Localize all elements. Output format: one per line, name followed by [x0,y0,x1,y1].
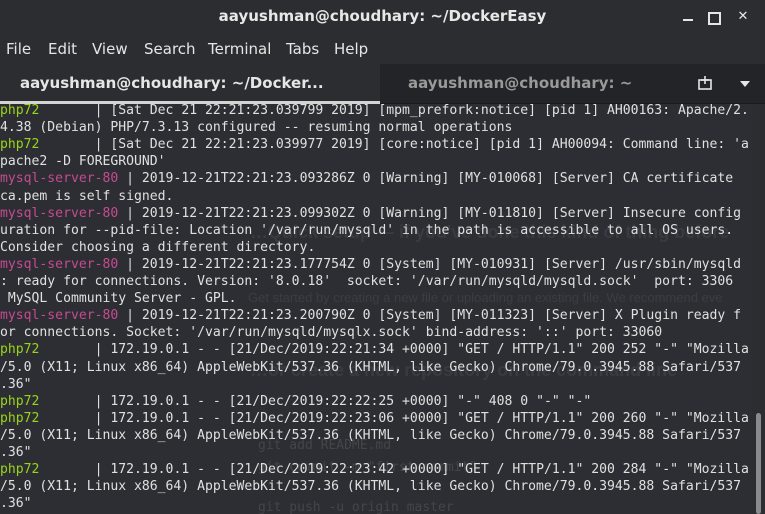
log-text: /5.0 (X11; Linux x86_64) AppleWebKit/537… [0,479,742,494]
log-text: 4.38 (Debian) PHP/7.3.13 configured -- r… [0,120,513,135]
log-text: | 2019-12-21T22:21:23.177754Z 0 [System]… [126,257,742,272]
log-text: MySQL Community Server - GPL. [0,291,237,306]
log-service-name: php72 [0,342,95,357]
log-service-name: php72 [0,137,95,152]
terminal-output[interactable]: …Quick setup — if you've done this kind … [0,104,752,514]
log-text: | 172.19.0.1 - - [21/Dec/2019:22:21:34 +… [94,342,749,357]
log-text: /5.0 (X11; Linux x86_64) AppleWebKit/537… [0,360,742,375]
log-line: php72 | 172.19.0.1 - - [21/Dec/2019:22:2… [0,410,749,427]
menu-bar: File Edit View Search Terminal Tabs Help [0,34,765,64]
log-text: : ready for connections. Version: '8.0.1… [0,274,734,289]
log-text: .36" [0,496,32,511]
log-service-name: php72 [0,411,95,426]
log-line: .36" [0,444,32,461]
log-line: mysql-server-80 | 2019-12-21T22:21:23.17… [0,256,741,273]
log-service-name: mysql-server-80 [0,206,127,221]
log-service-name: mysql-server-80 [0,171,127,186]
log-line: pache2 -D FOREGROUND' [0,153,166,170]
log-line: mysql-server-80 | 2019-12-21T22:21:23.20… [0,307,741,324]
log-line: .36" [0,376,32,393]
log-text: uration for --pid-file: Location '/var/r… [0,223,734,238]
menu-search[interactable]: Search [144,40,196,58]
log-line: MySQL Community Server - GPL. [0,290,237,307]
log-line: mysql-server-80 | 2019-12-21T22:21:23.09… [0,205,741,222]
log-text: Consider choosing a different directory. [0,240,316,255]
log-line: php72 | 172.19.0.1 - - [21/Dec/2019:22:2… [0,461,749,478]
scrollbar-thumb[interactable] [756,413,761,514]
close-icon[interactable]: ✕ [735,9,751,25]
title-bar[interactable]: aayushman@choudhary: ~/DockerEasy ✕ [0,0,765,34]
menu-tabs[interactable]: Tabs [286,40,319,58]
log-line: /5.0 (X11; Linux x86_64) AppleWebKit/537… [0,359,741,376]
new-tab-icon[interactable] [690,64,720,104]
log-text: pache2 -D FOREGROUND' [0,154,166,169]
log-line: 4.38 (Debian) PHP/7.3.13 configured -- r… [0,119,512,136]
log-text: | 172.19.0.1 - - [21/Dec/2019:22:23:06 +… [94,411,749,426]
log-text: | [Sat Dec 21 22:21:23.039977 2019] [cor… [94,137,749,152]
log-line: Consider choosing a different directory. [0,239,315,256]
background-cmd-3: git push -u origin master [258,500,454,514]
log-line: ca.pem is self signed. [0,188,173,205]
log-text: .36" [0,377,32,392]
log-text: | 2019-12-21T22:21:23.200790Z 0 [System]… [126,308,742,323]
log-line: php72 | [Sat Dec 21 22:21:23.039799 2019… [0,104,749,119]
menu-terminal[interactable]: Terminal [208,40,271,58]
log-text: | 2019-12-21T22:21:23.099302Z 0 [Warning… [126,206,742,221]
tab-home[interactable]: aayushman@choudhary: ~ [381,64,651,104]
log-line: or connections. Socket: '/var/run/mysqld… [0,324,662,341]
tab-label: aayushman@choudhary: ~/Docker... [20,74,324,92]
log-text: or connections. Socket: '/var/run/mysqld… [0,325,663,340]
log-line: uration for --pid-file: Location '/var/r… [0,222,733,239]
tab-dockereasy[interactable]: aayushman@choudhary: ~/Docker... [0,64,380,104]
log-text: | 2019-12-21T22:21:23.093286Z 0 [Warning… [126,171,734,186]
menu-edit[interactable]: Edit [48,40,77,58]
menu-file[interactable]: File [6,40,31,58]
log-service-name: php72 [0,394,95,409]
log-service-name: php72 [0,104,95,118]
tab-bar: aayushman@choudhary: ~/Docker... aayushm… [0,64,765,104]
tab-label: aayushman@choudhary: ~ [408,74,633,92]
chevron-down-icon[interactable] [730,64,760,104]
log-line: php72 | 172.19.0.1 - - [21/Dec/2019:22:2… [0,341,749,358]
log-line: /5.0 (X11; Linux x86_64) AppleWebKit/537… [0,427,741,444]
log-line: : ready for connections. Version: '8.0.1… [0,273,733,290]
scrollbar[interactable] [752,104,765,514]
log-line: .36" [0,495,32,512]
log-line: php72 | 172.19.0.1 - - [21/Dec/2019:22:2… [0,393,591,410]
log-text: | 172.19.0.1 - - [21/Dec/2019:22:22:25 +… [94,394,592,409]
log-service-name: php72 [0,462,95,477]
menu-view[interactable]: View [92,40,128,58]
log-line: /5.0 (X11; Linux x86_64) AppleWebKit/537… [0,478,741,495]
menu-help[interactable]: Help [334,40,368,58]
log-text: ca.pem is self signed. [0,189,174,204]
log-line: php72 | [Sat Dec 21 22:21:23.039977 2019… [0,136,749,153]
log-text: | 172.19.0.1 - - [21/Dec/2019:22:23:42 +… [94,462,749,477]
log-service-name: mysql-server-80 [0,308,127,323]
terminal-window: aayushman@choudhary: ~/DockerEasy ✕ File… [0,0,765,514]
minimize-icon[interactable] [680,9,696,25]
log-line: mysql-server-80 | 2019-12-21T22:21:23.09… [0,170,733,187]
window-title: aayushman@choudhary: ~/DockerEasy [218,7,547,25]
background-intro: Get started by creating a new file or up… [248,290,723,305]
log-text: .36" [0,445,32,460]
maximize-icon[interactable] [705,9,721,25]
log-text: | [Sat Dec 21 22:21:23.039799 2019] [mpm… [94,104,749,118]
log-text: /5.0 (X11; Linux x86_64) AppleWebKit/537… [0,428,742,443]
log-service-name: mysql-server-80 [0,257,127,272]
